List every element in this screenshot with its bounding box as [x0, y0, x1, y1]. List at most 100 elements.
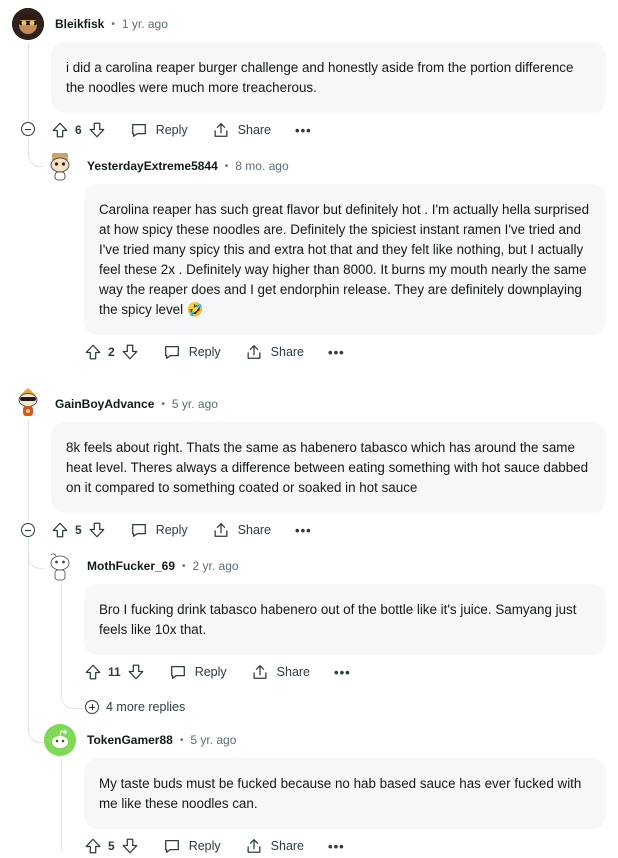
downvote-icon[interactable] [121, 343, 139, 361]
downvote-icon[interactable] [121, 837, 139, 855]
separator: • [111, 18, 115, 30]
comment-body: Carolina reaper has such great flavor bu… [84, 184, 606, 335]
vote-count: 6 [75, 123, 82, 137]
username[interactable]: TokenGamer88 [87, 733, 173, 747]
upvote-icon[interactable] [84, 663, 102, 681]
thread-branch [28, 138, 45, 167]
comment-icon [130, 121, 148, 139]
upvote-icon[interactable] [51, 521, 69, 539]
expand-icon [85, 700, 99, 714]
avatar[interactable] [12, 8, 44, 40]
avatar[interactable] [12, 386, 44, 418]
more-options-button[interactable]: ••• [295, 523, 312, 538]
thread-branch [28, 538, 45, 569]
share-button[interactable]: Share [212, 521, 271, 539]
username[interactable]: GainBoyAdvance [55, 397, 154, 411]
share-label: Share [237, 123, 272, 137]
upvote-icon[interactable] [51, 121, 69, 139]
timestamp[interactable]: 2 yr. ago [193, 559, 239, 573]
reply-label: Reply [194, 665, 227, 679]
comment-actions: 6 Reply Share ••• [51, 118, 312, 142]
comment-meta: GainBoyAdvance • 5 yr. ago [55, 397, 218, 411]
comment-actions: 5 Reply Share ••• [51, 518, 312, 542]
vote-count: 5 [75, 523, 82, 537]
more-options-button[interactable]: ••• [295, 123, 312, 138]
upvote-icon[interactable] [84, 343, 102, 361]
more-options-button[interactable]: ••• [328, 345, 345, 360]
more-replies-button[interactable]: 4 more replies [85, 700, 185, 714]
reply-button[interactable]: Reply [130, 521, 188, 539]
share-icon [212, 121, 230, 139]
vote-group: 6 [51, 121, 106, 139]
avatar[interactable] [44, 150, 76, 182]
comment-text: 8k feels about right. Thats the same as … [66, 440, 589, 495]
vote-group: 5 [51, 521, 106, 539]
thread-line [61, 582, 62, 690]
share-button[interactable]: Share [251, 663, 310, 681]
snoo-outline-icon [50, 553, 70, 581]
reply-button[interactable]: Reply [163, 837, 221, 855]
share-icon [245, 837, 263, 855]
timestamp[interactable]: 5 yr. ago [172, 397, 218, 411]
more-replies-label: 4 more replies [106, 700, 186, 714]
thread-line [61, 758, 62, 851]
thread-line [28, 44, 29, 122]
separator: • [161, 398, 165, 410]
timestamp[interactable]: 8 mo. ago [235, 159, 288, 173]
share-label: Share [237, 523, 272, 537]
comment-body: Bro I fucking drink tabasco habenero out… [84, 584, 606, 655]
timestamp[interactable]: 1 yr. ago [122, 17, 168, 31]
downvote-icon[interactable] [127, 663, 145, 681]
comment-body: 8k feels about right. Thats the same as … [51, 422, 606, 513]
comment-icon [163, 343, 181, 361]
reply-button[interactable]: Reply [130, 121, 188, 139]
avatar[interactable] [44, 724, 76, 756]
vote-group: 5 [84, 837, 139, 855]
upvote-icon[interactable] [84, 837, 102, 855]
collapse-thread-button[interactable] [21, 523, 35, 537]
separator: • [224, 160, 229, 172]
collapse-thread-button[interactable] [21, 122, 35, 136]
username[interactable]: YesterdayExtreme5844 [87, 159, 218, 173]
vote-count: 11 [108, 665, 121, 679]
timestamp[interactable]: 5 yr. ago [190, 733, 236, 747]
comment-meta: MothFucker_69 • 2 yr. ago [87, 559, 239, 573]
thread-branch [28, 712, 45, 743]
share-button[interactable]: Share [245, 343, 304, 361]
comment-meta: YesterdayExtreme5844 • 8 mo. ago [87, 159, 289, 173]
reply-label: Reply [188, 345, 221, 359]
share-icon [212, 521, 230, 539]
user-photo-icon [12, 8, 44, 40]
avatar[interactable] [44, 550, 76, 582]
vote-group: 2 [84, 343, 139, 361]
username[interactable]: Bleikfisk [55, 17, 104, 31]
more-options-button[interactable]: ••• [328, 839, 345, 854]
rofl-emoji: 🤣 [186, 302, 204, 317]
comment-text: i did a carolina reaper burger challenge… [66, 60, 574, 95]
comment-icon [169, 663, 187, 681]
reply-label: Reply [155, 123, 188, 137]
comment-meta: TokenGamer88 • 5 yr. ago [87, 733, 236, 747]
reply-label: Reply [155, 523, 188, 537]
comment-text: Bro I fucking drink tabasco habenero out… [99, 602, 577, 637]
snoo-avatar-icon [50, 153, 70, 181]
thread-line [28, 420, 29, 522]
separator: • [182, 560, 186, 572]
thread-branch [61, 690, 84, 709]
share-button[interactable]: Share [212, 121, 271, 139]
thread-line [28, 538, 29, 724]
share-icon [251, 663, 269, 681]
share-button[interactable]: Share [245, 837, 304, 855]
reply-button[interactable]: Reply [169, 663, 227, 681]
username[interactable]: MothFucker_69 [87, 559, 175, 573]
more-options-button[interactable]: ••• [334, 665, 351, 680]
separator: • [179, 734, 184, 746]
comment-body: My taste buds must be fucked because no … [84, 758, 606, 829]
downvote-icon[interactable] [88, 121, 106, 139]
comment-icon [130, 521, 148, 539]
comment-body: i did a carolina reaper burger challenge… [51, 42, 606, 113]
reply-button[interactable]: Reply [163, 343, 221, 361]
downvote-icon[interactable] [88, 521, 106, 539]
vote-group: 11 [84, 663, 145, 681]
comment-actions: 5 Reply Share ••• [84, 834, 345, 858]
